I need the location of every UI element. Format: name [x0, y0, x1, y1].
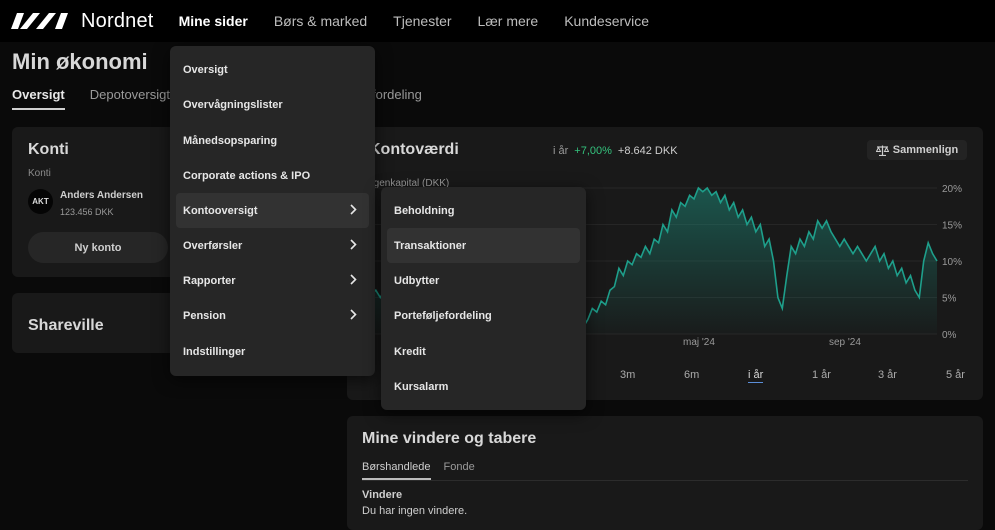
menu-item-label: Overvågningslister	[183, 98, 283, 111]
submenu-item-transaktioner[interactable]: Transaktioner	[387, 228, 580, 263]
page-tabs: Oversigt Depotoversigt	[12, 87, 195, 110]
tab-oversigt[interactable]: Oversigt	[12, 87, 65, 110]
winners-card: Mine vindere og tabere Børshandlede Fond…	[347, 416, 983, 530]
chart-y-tick-label: 5%	[942, 294, 957, 305]
winners-tabs: Børshandlede Fonde	[362, 461, 488, 480]
winners-title: Mine vindere og tabere	[362, 430, 537, 447]
chart-x-tick-label: sep '24	[829, 337, 861, 348]
menu-item-label: Overførsler	[183, 239, 243, 252]
tab-fordeling[interactable]: fordeling	[372, 87, 422, 102]
range-i-ar[interactable]: i år	[748, 369, 764, 383]
range-1-ar[interactable]: 1 år	[812, 369, 831, 381]
chevron-right-icon	[350, 309, 357, 320]
submenu-item-udbytter[interactable]: Udbytter	[387, 263, 580, 298]
chart-y-ticks: 20% 15% 10% 5% 0%	[942, 184, 962, 341]
menu-item-label: Rapporter	[183, 274, 236, 287]
menu-item-label: Indstillinger	[183, 345, 246, 358]
account-name[interactable]: Anders Andersen	[60, 190, 143, 201]
shareville-title: Shareville	[28, 317, 104, 334]
winners-divider	[362, 480, 968, 481]
nav-mine-sider[interactable]: Mine sider	[179, 13, 248, 29]
chart-y-tick-label: 20%	[942, 184, 962, 195]
chart-x-tick-label: maj '24	[683, 337, 715, 348]
menu-item-rapporter[interactable]: Rapporter	[176, 263, 369, 298]
menu-item-label: Oversigt	[183, 63, 228, 76]
menu-item-label: Pension	[183, 309, 226, 322]
menu-item-label: Kontooversigt	[183, 204, 258, 217]
nav-tjenester[interactable]: Tjenester	[393, 13, 451, 29]
menu-item-label: Kredit	[394, 345, 426, 358]
submenu-item-portefoljefordeling[interactable]: Porteføljefordeling	[387, 298, 580, 333]
menu-item-overforsler[interactable]: Overførsler	[176, 228, 369, 263]
menu-item-kontooversigt[interactable]: Kontooversigt	[176, 193, 369, 228]
menu-item-overvagningslister[interactable]: Overvågningslister	[176, 87, 369, 122]
menu-item-label: Udbytter	[394, 274, 440, 287]
nordnet-logo-icon	[11, 13, 68, 29]
tab-depotoversigt[interactable]: Depotoversigt	[90, 87, 170, 110]
chevron-right-icon	[350, 239, 357, 250]
chart-y-tick-label: 0%	[942, 330, 957, 341]
menu-item-label: Kursalarm	[394, 380, 449, 393]
main-nav: Mine sider Børs & marked Tjenester Lær m…	[179, 13, 675, 29]
top-nav: Nordnet Mine sider Børs & marked Tjenest…	[0, 0, 995, 42]
winners-heading: Vindere	[362, 489, 403, 501]
konti-subtitle: Konti	[28, 168, 51, 179]
nav-bors-marked[interactable]: Børs & marked	[274, 13, 367, 29]
submenu-item-beholdning[interactable]: Beholdning	[387, 193, 580, 228]
account-balance: 123.456 DKK	[60, 207, 114, 217]
mine-sider-menu: Oversigt Overvågningslister Månedsopspar…	[170, 46, 375, 376]
range-5-ar[interactable]: 5 år	[946, 369, 965, 381]
submenu-item-kursalarm[interactable]: Kursalarm	[387, 369, 580, 404]
menu-item-manedsopsparing[interactable]: Månedsopsparing	[176, 123, 369, 158]
chevron-right-icon	[350, 274, 357, 285]
menu-item-corporate-actions[interactable]: Corporate actions & IPO	[176, 158, 369, 193]
menu-item-label: Beholdning	[394, 204, 455, 217]
brand-name: Nordnet	[81, 9, 154, 32]
tab-borshandlede[interactable]: Børshandlede	[362, 461, 431, 480]
range-6m[interactable]: 6m	[684, 369, 699, 381]
new-account-button[interactable]: Ny konto	[28, 232, 168, 263]
konti-title: Konti	[28, 141, 69, 158]
tab-fonde[interactable]: Fonde	[444, 461, 475, 480]
range-3m[interactable]: 3m	[620, 369, 635, 381]
nav-kundeservice[interactable]: Kundeservice	[564, 13, 649, 29]
chart-y-tick-label: 10%	[942, 257, 962, 268]
menu-item-oversigt[interactable]: Oversigt	[176, 52, 369, 87]
menu-item-label: Månedsopsparing	[183, 134, 278, 147]
menu-item-label: Transaktioner	[394, 239, 467, 252]
nav-laer-mere[interactable]: Lær mere	[478, 13, 539, 29]
submenu-item-kredit[interactable]: Kredit	[387, 334, 580, 369]
page-title: Min økonomi	[12, 49, 148, 74]
kontooversigt-submenu: Beholdning Transaktioner Udbytter Portef…	[381, 187, 586, 410]
nordnet-logo[interactable]: Nordnet	[11, 10, 154, 33]
menu-item-pension[interactable]: Pension	[176, 298, 369, 333]
menu-item-indstillinger[interactable]: Indstillinger	[176, 334, 369, 369]
winners-message: Du har ingen vindere.	[362, 505, 468, 517]
menu-item-label: Porteføljefordeling	[394, 309, 492, 322]
avatar: AKT	[28, 189, 53, 214]
chart-x-ticks: maj '24 sep '24	[683, 337, 861, 348]
chevron-right-icon	[350, 204, 357, 215]
menu-item-label: Corporate actions & IPO	[183, 169, 311, 182]
chart-y-tick-label: 15%	[942, 221, 962, 232]
range-3-ar[interactable]: 3 år	[878, 369, 897, 381]
